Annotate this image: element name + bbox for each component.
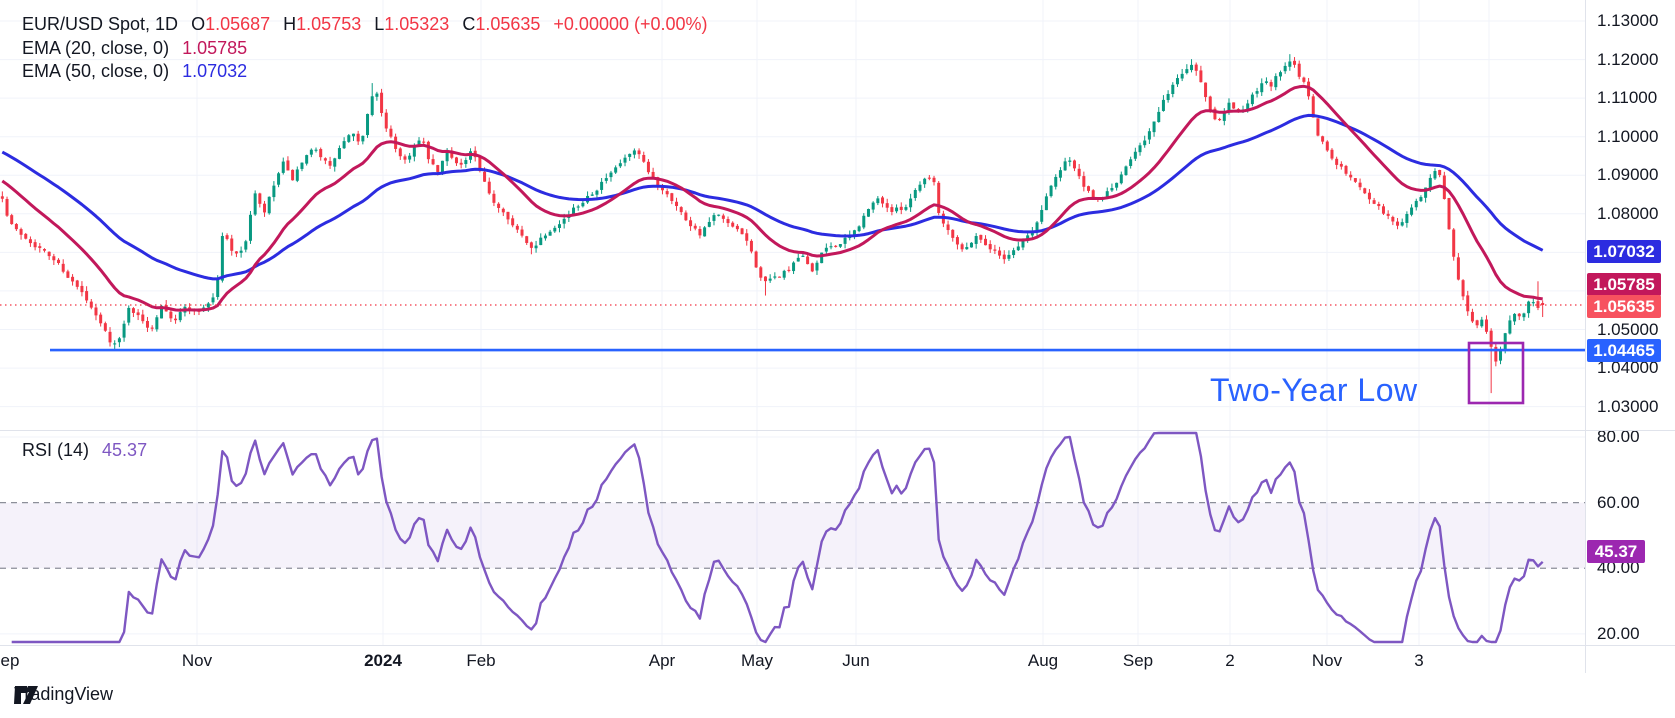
time-label: Feb — [436, 651, 526, 671]
time-label: Apr — [617, 651, 707, 671]
candles-layer — [1, 54, 1544, 393]
time-label: Jun — [811, 651, 901, 671]
high-value: H1.05753 — [283, 14, 361, 35]
ema50-badge: 1.07032 — [1587, 240, 1661, 263]
low-value: L1.05323 — [374, 14, 449, 35]
time-label: Aug — [998, 651, 1088, 671]
axis-separator — [1585, 0, 1586, 673]
rsi-badge: 45.37 — [1587, 540, 1645, 563]
price-tick-label: 1.08000 — [1597, 205, 1658, 223]
price-tick-label: 1.03000 — [1597, 398, 1658, 416]
rsi-legend-row[interactable]: RSI (14) 45.37 — [22, 440, 147, 461]
open-value: O1.05687 — [191, 14, 270, 35]
tradingview-logo[interactable]: TradingView — [14, 684, 113, 705]
ema50-label: EMA (50, close, 0) — [22, 61, 169, 82]
price-tick-label: 1.11000 — [1597, 89, 1657, 107]
time-label: Nov — [1282, 651, 1372, 671]
support-badge: 1.04465 — [1587, 339, 1661, 362]
pane-separator[interactable] — [0, 430, 1675, 431]
rsi-value: 45.37 — [102, 440, 147, 461]
time-label: ep — [0, 651, 55, 671]
price-tick-label: 1.13000 — [1597, 12, 1658, 30]
last-price-badge: 1.05635 — [1587, 295, 1661, 318]
rsi-tick-label: 60.00 — [1597, 494, 1640, 512]
tradingview-logo-icon — [14, 684, 40, 706]
tradingview-chart-screenshot: { "header": { "symbol": "EUR/USD Spot, 1… — [0, 0, 1675, 718]
time-label: 2 — [1185, 651, 1275, 671]
change-value: +0.00000 (+0.00%) — [553, 14, 707, 35]
time-axis[interactable]: epNov2024FebAprMayJunAugSep2Nov3 — [0, 645, 1675, 675]
ema50-value: 1.07032 — [182, 61, 247, 82]
close-value: C1.05635 — [462, 14, 540, 35]
rsi-label: RSI (14) — [22, 440, 89, 461]
ema20-label: EMA (20, close, 0) — [22, 38, 169, 59]
ema50-legend-row[interactable]: EMA (50, close, 0) 1.07032 — [22, 61, 247, 82]
rsi-pane-canvas[interactable] — [0, 430, 1585, 645]
two-year-low-annotation[interactable]: Two-Year Low — [1210, 372, 1418, 409]
ema20-line[interactable] — [2, 86, 1542, 310]
symbol-legend-row[interactable]: EUR/USD Spot, 1D O1.05687 H1.05753 L1.05… — [22, 14, 708, 35]
bottom-bar: TradingView — [0, 674, 1675, 718]
time-label: Sep — [1093, 651, 1183, 671]
ema20-value: 1.05785 — [182, 38, 247, 59]
time-label: Nov — [152, 651, 242, 671]
symbol-title: EUR/USD Spot, 1D — [22, 14, 178, 35]
ema20-legend-row[interactable]: EMA (20, close, 0) 1.05785 — [22, 38, 247, 59]
price-tick-label: 1.12000 — [1597, 51, 1658, 69]
ema20-badge: 1.05785 — [1587, 273, 1661, 296]
ema50-line[interactable] — [2, 115, 1542, 279]
time-label: 3 — [1374, 651, 1464, 671]
price-tick-label: 1.05000 — [1597, 321, 1658, 339]
price-scale-axis[interactable]: 1.13000 1.12000 1.11000 1.10000 1.09000 1.080… — [1585, 0, 1675, 673]
rsi-band — [0, 503, 1585, 569]
price-tick-label: 1.09000 — [1597, 166, 1658, 184]
price-tick-label: 1.10000 — [1597, 128, 1658, 146]
rsi-tick-label: 20.00 — [1597, 625, 1640, 643]
time-label: 2024 — [338, 651, 428, 671]
time-label: May — [712, 651, 802, 671]
